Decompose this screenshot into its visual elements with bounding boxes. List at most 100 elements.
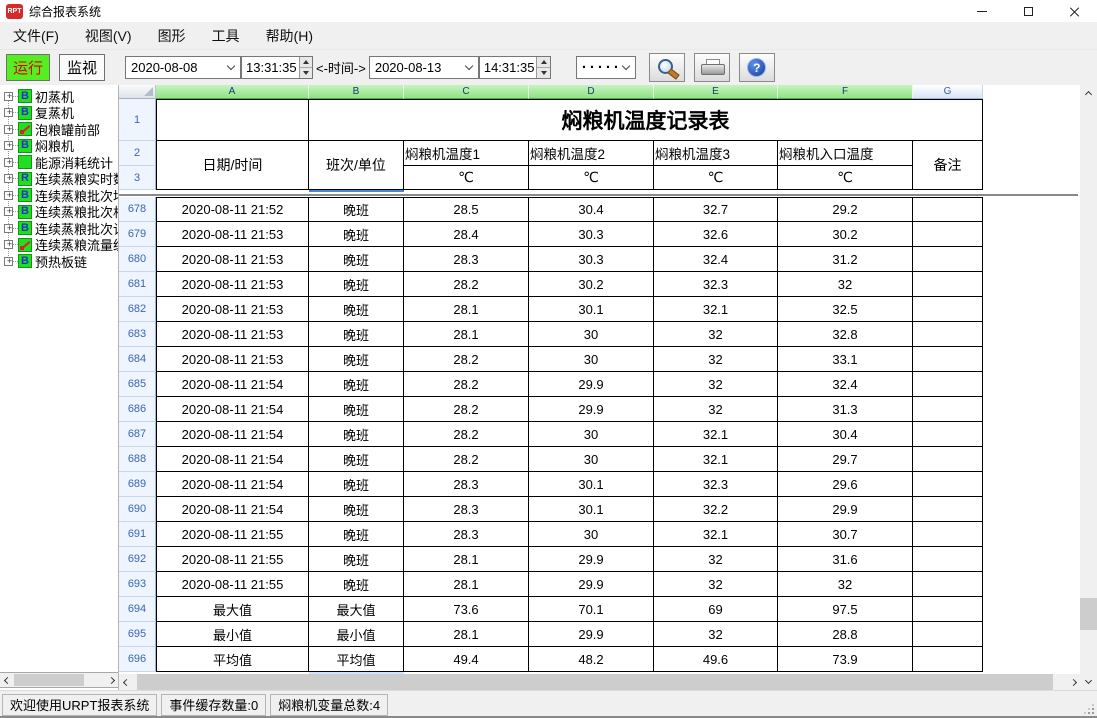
expand-icon[interactable] — [4, 191, 13, 200]
cell-inlet[interactable]: 31.2 — [778, 247, 913, 272]
scroll-right-icon[interactable] — [1066, 675, 1080, 689]
cell-datetime[interactable]: 2020-08-11 21:53 — [156, 247, 309, 272]
row-header[interactable]: 680 — [119, 247, 156, 272]
tree-item[interactable]: B 连续蒸粮批次记 — [3, 220, 118, 237]
cell-remark[interactable] — [913, 472, 983, 497]
cell-temp3[interactable]: 32.6 — [654, 222, 778, 247]
cell-temp1[interactable]: 28.4 — [404, 222, 529, 247]
start-date-select[interactable]: 2020-08-08 — [125, 56, 241, 79]
close-button[interactable] — [1051, 0, 1097, 22]
cell-temp1[interactable]: 28.3 — [404, 522, 529, 547]
cell-temp2[interactable]: 29.9 — [529, 572, 654, 597]
cell-datetime[interactable]: 最小值 — [156, 622, 309, 647]
cell-temp1[interactable]: 28.5 — [404, 197, 529, 222]
scrollbar-thumb[interactable] — [14, 674, 84, 686]
cell-temp1[interactable]: 49.4 — [404, 647, 529, 672]
end-date-select[interactable]: 2020-08-13 — [369, 56, 479, 79]
cell-temp1[interactable]: 28.1 — [404, 297, 529, 322]
cell-temp2[interactable]: 70.1 — [529, 597, 654, 622]
cell-shift[interactable]: 晚班 — [309, 297, 404, 322]
zoom-button[interactable] — [649, 53, 685, 82]
cell-shift[interactable]: 晚班 — [309, 247, 404, 272]
column-header-c[interactable]: C — [404, 85, 529, 99]
row-header[interactable]: 686 — [119, 397, 156, 422]
cell-temp1[interactable]: 28.2 — [404, 447, 529, 472]
column-header-e[interactable]: E — [654, 85, 778, 99]
cell-remark[interactable] — [913, 597, 983, 622]
cell-temp3[interactable]: 49.6 — [654, 647, 778, 672]
tree-item[interactable]: B 预热板链 — [3, 253, 118, 270]
expand-icon[interactable] — [4, 92, 13, 101]
cell-remark[interactable] — [913, 372, 983, 397]
header-inlet-unit[interactable]: ℃ — [778, 166, 913, 190]
expand-icon[interactable] — [4, 257, 13, 266]
cell-datetime[interactable]: 2020-08-11 21:53 — [156, 222, 309, 247]
cell-inlet[interactable]: 28.8 — [778, 622, 913, 647]
header-temp1-unit[interactable]: ℃ — [404, 166, 529, 190]
resize-grip-icon[interactable] — [1092, 712, 1094, 714]
cell-temp3[interactable]: 32.1 — [654, 422, 778, 447]
menu-item[interactable]: 图形 — [145, 26, 199, 46]
cell-shift[interactable]: 晚班 — [309, 447, 404, 472]
cell-inlet[interactable]: 32.5 — [778, 297, 913, 322]
cell-temp1[interactable]: 28.2 — [404, 272, 529, 297]
cell-temp2[interactable]: 30.1 — [529, 472, 654, 497]
cell-inlet[interactable]: 32.8 — [778, 322, 913, 347]
cell-shift[interactable]: 晚班 — [309, 397, 404, 422]
cell-temp2[interactable]: 30.3 — [529, 247, 654, 272]
tree-item[interactable]: B 连续蒸粮批次相 — [3, 204, 118, 221]
cell-temp3[interactable]: 32 — [654, 547, 778, 572]
cell-datetime[interactable]: 2020-08-11 21:55 — [156, 522, 309, 547]
cell-inlet[interactable]: 30.2 — [778, 222, 913, 247]
cell-temp2[interactable]: 48.2 — [529, 647, 654, 672]
scrollbar-thumb[interactable] — [137, 674, 1053, 690]
cell-temp3[interactable]: 32.1 — [654, 297, 778, 322]
end-time-spinner[interactable]: 14:31:35 — [479, 56, 551, 79]
cell-shift[interactable]: 晚班 — [309, 522, 404, 547]
cell-temp2[interactable]: 30 — [529, 322, 654, 347]
cell-shift[interactable]: 晚班 — [309, 422, 404, 447]
scroll-down-icon[interactable] — [1080, 673, 1097, 690]
cell-temp2[interactable]: 30.1 — [529, 297, 654, 322]
sidebar-h-scrollbar[interactable] — [0, 672, 118, 688]
row-header[interactable]: 683 — [119, 322, 156, 347]
cell-temp3[interactable]: 32 — [654, 397, 778, 422]
cell-remark[interactable] — [913, 547, 983, 572]
start-time-spinner[interactable]: 13:31:35 — [241, 56, 313, 79]
cell-temp2[interactable]: 30 — [529, 347, 654, 372]
menu-item[interactable]: 帮助(H) — [253, 26, 326, 46]
cell-remark[interactable] — [913, 397, 983, 422]
row-header[interactable]: 679 — [119, 222, 156, 247]
cell-temp1[interactable]: 28.3 — [404, 472, 529, 497]
row-header[interactable]: 681 — [119, 272, 156, 297]
header-temp3-unit[interactable]: ℃ — [654, 166, 778, 190]
column-header-g[interactable]: G — [913, 85, 983, 99]
column-header-f[interactable]: F — [778, 85, 913, 99]
row-header[interactable]: 2 — [119, 141, 156, 166]
cell-shift[interactable]: 晚班 — [309, 572, 404, 597]
cell-temp3[interactable]: 32.2 — [654, 497, 778, 522]
cell-temp1[interactable]: 73.6 — [404, 597, 529, 622]
cell-datetime[interactable]: 2020-08-11 21:54 — [156, 447, 309, 472]
header-remark[interactable]: 备注 — [913, 141, 983, 190]
cell-shift[interactable]: 晚班 — [309, 222, 404, 247]
cell-temp1[interactable]: 28.3 — [404, 497, 529, 522]
tree-item[interactable]: B 初蒸机 — [3, 88, 118, 105]
tree-item[interactable]: R 连续蒸粮实时数 — [3, 171, 118, 188]
scroll-right-icon[interactable] — [104, 673, 118, 687]
cell-shift[interactable]: 晚班 — [309, 497, 404, 522]
cell-remark[interactable] — [913, 447, 983, 472]
scroll-left-icon[interactable] — [119, 675, 133, 689]
header-temp2-unit[interactable]: ℃ — [529, 166, 654, 190]
cell-remark[interactable] — [913, 497, 983, 522]
cell-temp2[interactable]: 30.2 — [529, 272, 654, 297]
header-shift[interactable]: 班次/单位 — [309, 141, 404, 190]
print-button[interactable] — [694, 53, 730, 82]
cell-temp2[interactable]: 29.9 — [529, 372, 654, 397]
menu-item[interactable]: 文件(F) — [0, 26, 72, 46]
cell-datetime[interactable]: 2020-08-11 21:53 — [156, 322, 309, 347]
expand-icon[interactable] — [4, 240, 13, 249]
cell-temp3[interactable]: 32 — [654, 322, 778, 347]
cell-inlet[interactable]: 97.5 — [778, 597, 913, 622]
row-header[interactable]: 685 — [119, 372, 156, 397]
